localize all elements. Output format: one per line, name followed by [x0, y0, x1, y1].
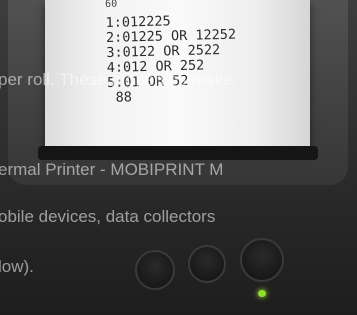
printer-button-middle — [188, 245, 226, 283]
receipt-text: 60 1:012225 2:01225 OR 12252 3:0122 OR 2… — [105, 0, 238, 106]
overlay-text-line: ermal Printer - MOBIPRINT M — [0, 160, 224, 179]
photo-scene: 60 1:012225 2:01225 OR 12252 3:0122 OR 2… — [0, 0, 357, 315]
overlay-text-line: obile devices, data collectors — [0, 207, 216, 226]
status-led-icon — [258, 290, 266, 297]
paper-slot — [38, 146, 318, 160]
overlay-text-line: low). — [0, 257, 34, 276]
overlay-text-line: per roll. These properties make — [0, 70, 233, 89]
printer-button-left — [135, 250, 175, 290]
receipt-line: 88 — [107, 89, 133, 106]
printer-power-button — [240, 238, 284, 282]
